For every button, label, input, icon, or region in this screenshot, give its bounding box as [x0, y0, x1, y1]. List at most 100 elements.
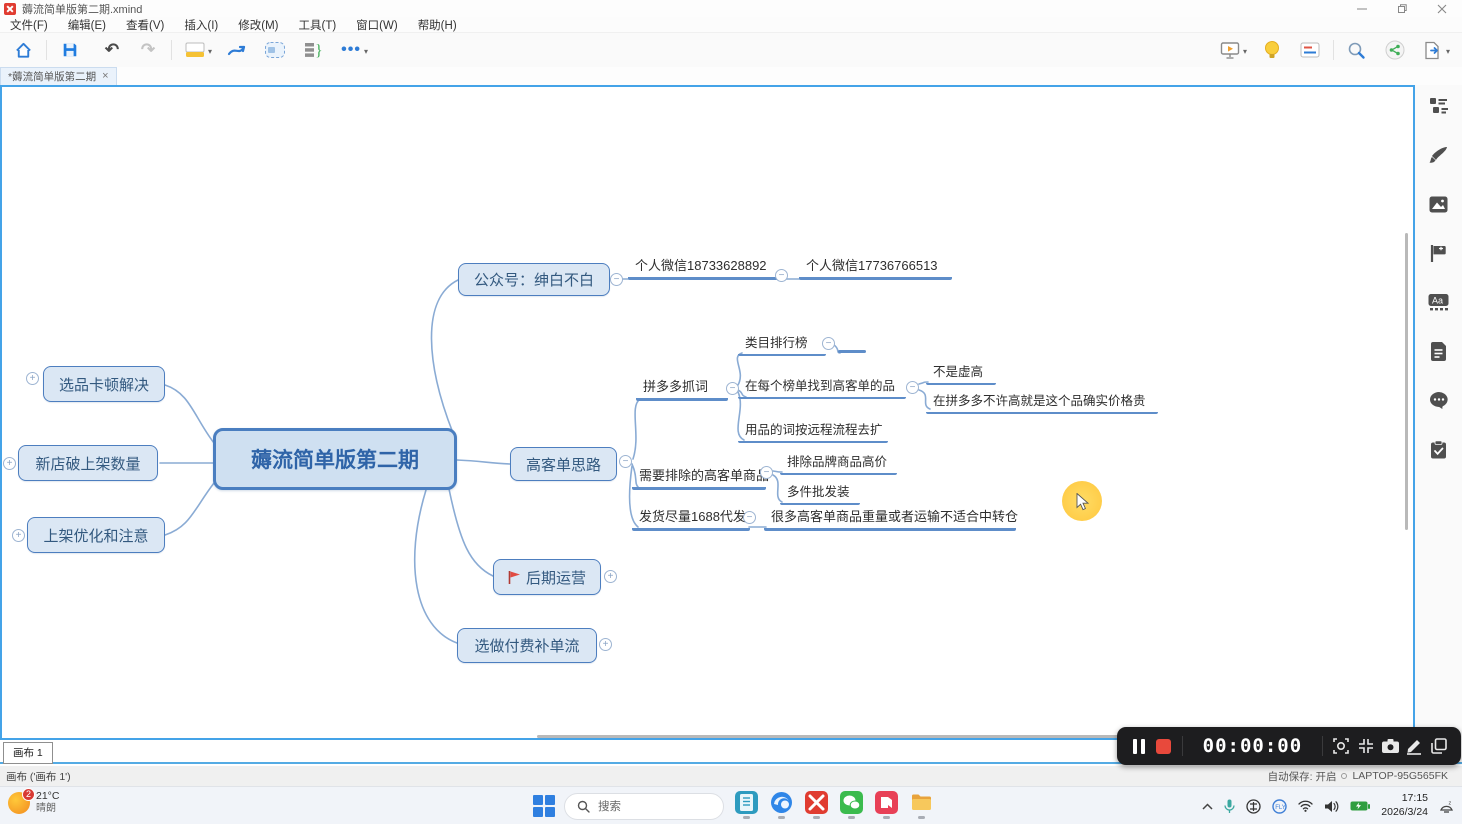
- expand-toggle[interactable]: +: [604, 570, 617, 583]
- tab-current-document[interactable]: *薅流简单版第二期 ×: [0, 67, 117, 85]
- style-icon[interactable]: [180, 36, 210, 64]
- pause-recording-button[interactable]: [1127, 732, 1151, 760]
- undo-icon[interactable]: ↶: [97, 36, 127, 64]
- topic-category-rank[interactable]: 类目排行榜: [738, 332, 826, 356]
- topic-pdd-words[interactable]: 拼多多抓词: [636, 376, 728, 401]
- outline-icon[interactable]: [1428, 95, 1450, 117]
- topic-not-inflated[interactable]: 不是虚高: [926, 361, 996, 385]
- tray-clock[interactable]: 17:15 2026/3/24: [1381, 792, 1428, 819]
- maximize-button[interactable]: [1382, 0, 1422, 17]
- expand-toggle[interactable]: +: [3, 457, 16, 470]
- menu-help[interactable]: 帮助(H): [408, 17, 467, 33]
- menu-window[interactable]: 窗口(W): [346, 17, 408, 33]
- topic-bulk-pack[interactable]: 多件批发装: [780, 481, 860, 505]
- topic-left-2[interactable]: 新店破上架数量: [18, 445, 158, 481]
- tray-microphone-icon[interactable]: [1224, 799, 1235, 814]
- menu-view[interactable]: 查看(V): [116, 17, 174, 33]
- summary-icon[interactable]: }: [298, 36, 328, 64]
- topic-paid-flow[interactable]: 选做付费补单流: [457, 628, 597, 663]
- topic-left-1[interactable]: 选品卡顿解决: [43, 366, 165, 402]
- topic-wechat2[interactable]: 个人微信17736766513: [799, 255, 952, 280]
- collapse-toggle[interactable]: −: [775, 269, 788, 282]
- expand-toggle[interactable]: +: [12, 529, 25, 542]
- menu-edit[interactable]: 编辑(E): [58, 17, 116, 33]
- save-icon[interactable]: [55, 36, 85, 64]
- more-tools-icon[interactable]: •••: [336, 36, 366, 64]
- topic-transit[interactable]: 很多高客单商品重量或者运输不适合中转仓: [764, 506, 1016, 531]
- expand-toggle[interactable]: +: [26, 372, 39, 385]
- presentation-icon[interactable]: [1215, 36, 1245, 64]
- vertical-scrollbar[interactable]: [1405, 233, 1408, 530]
- draw-pen-icon[interactable]: [1402, 732, 1426, 760]
- weather-widget[interactable]: 2 21°C 晴朗: [8, 790, 59, 816]
- mindmap-canvas[interactable]: 薅流简单版第二期 公众号：绅白不白 − 个人微信18733628892 − 个人…: [0, 85, 1415, 740]
- tab-close-icon[interactable]: ×: [102, 71, 108, 82]
- menu-insert[interactable]: 插入(I): [174, 17, 228, 33]
- comment-icon[interactable]: [1428, 389, 1450, 411]
- collapse-toggle[interactable]: −: [906, 381, 919, 394]
- relationship-icon[interactable]: [222, 36, 252, 64]
- menu-tools[interactable]: 工具(T): [288, 17, 346, 33]
- topic-wechat1[interactable]: 个人微信18733628892: [628, 255, 785, 280]
- collapse-toggle[interactable]: −: [726, 382, 739, 395]
- close-button[interactable]: [1422, 0, 1462, 17]
- format-panel-icon[interactable]: [1295, 36, 1325, 64]
- zoom-search-icon[interactable]: [1342, 36, 1372, 64]
- collapse-toggle[interactable]: −: [822, 337, 835, 350]
- presentation-caret-icon[interactable]: ▾: [1243, 47, 1247, 56]
- task-checklist-icon[interactable]: [1428, 438, 1450, 460]
- boundary-icon[interactable]: [260, 36, 290, 64]
- taskbar-search[interactable]: 搜索: [564, 793, 724, 820]
- tray-volume-icon[interactable]: [1324, 800, 1339, 813]
- focus-assist-icon[interactable]: z: [1439, 799, 1454, 814]
- label-icon[interactable]: Aa: [1428, 291, 1450, 313]
- taskbar-app-browser[interactable]: [768, 791, 794, 821]
- taskbar-app-wechat[interactable]: [838, 791, 864, 821]
- share-icon[interactable]: [1380, 36, 1410, 64]
- tray-chevron-up-icon[interactable]: [1202, 803, 1213, 810]
- taskbar-app-file-explorer[interactable]: [908, 791, 934, 821]
- topic-ship-1688[interactable]: 发货尽量1688代发: [632, 506, 750, 531]
- windows-select-icon[interactable]: [1427, 732, 1451, 760]
- menu-file[interactable]: 文件(F): [0, 17, 58, 33]
- home-icon[interactable]: [8, 36, 38, 64]
- topic-high-order[interactable]: 高客单思路: [510, 447, 617, 481]
- collapse-toggle[interactable]: −: [743, 511, 756, 524]
- image-icon[interactable]: [1428, 193, 1450, 215]
- minimize-button[interactable]: [1342, 0, 1382, 17]
- topic-real-expensive[interactable]: 在拼多多不许高就是这个品确实价格贵: [926, 390, 1158, 414]
- style-caret-icon[interactable]: ▾: [208, 47, 212, 56]
- export-caret-icon[interactable]: ▾: [1446, 47, 1450, 56]
- export-icon[interactable]: [1418, 36, 1448, 64]
- screenshot-camera-icon[interactable]: [1378, 732, 1402, 760]
- redo-icon[interactable]: ↷: [133, 36, 163, 64]
- central-topic[interactable]: 薅流简单版第二期: [213, 428, 457, 490]
- lightbulb-icon[interactable]: [1257, 36, 1287, 64]
- start-button[interactable]: [533, 795, 555, 817]
- more-tools-caret-icon[interactable]: ▾: [364, 47, 368, 56]
- tray-ime-icon[interactable]: [1246, 799, 1261, 814]
- tray-wifi-icon[interactable]: [1298, 800, 1313, 812]
- taskbar-app-xmind[interactable]: [803, 791, 829, 821]
- collapse-toggle[interactable]: −: [760, 466, 773, 479]
- topic-public-account[interactable]: 公众号：绅白不白: [458, 263, 610, 296]
- topic-expand-words[interactable]: 用品的词按远程流程去扩: [738, 419, 888, 443]
- format-painter-icon[interactable]: [1428, 144, 1450, 166]
- shrink-toolbar-icon[interactable]: [1353, 732, 1377, 760]
- sheet-tab-canvas1[interactable]: 画布 1: [3, 742, 53, 764]
- collapse-toggle[interactable]: −: [619, 455, 632, 468]
- focus-region-icon[interactable]: [1329, 732, 1353, 760]
- stop-recording-button[interactable]: [1151, 732, 1175, 760]
- menu-modify[interactable]: 修改(M): [228, 17, 288, 33]
- topic-later-ops[interactable]: 后期运营: [493, 559, 601, 595]
- marker-flag-icon[interactable]: [1428, 242, 1450, 264]
- topic-exclude[interactable]: 需要排除的高客单商品: [632, 465, 766, 490]
- topic-exclude-brand[interactable]: 排除品牌商品高价: [780, 451, 897, 475]
- topic-left-3[interactable]: 上架优化和注意: [27, 517, 165, 553]
- tray-app-icon[interactable]: FLY: [1272, 799, 1287, 814]
- taskbar-app-video[interactable]: [873, 791, 899, 821]
- notes-icon[interactable]: [1428, 340, 1450, 362]
- expand-toggle[interactable]: +: [599, 638, 612, 651]
- collapse-toggle[interactable]: −: [610, 273, 623, 286]
- taskbar-app-notes[interactable]: [733, 791, 759, 821]
